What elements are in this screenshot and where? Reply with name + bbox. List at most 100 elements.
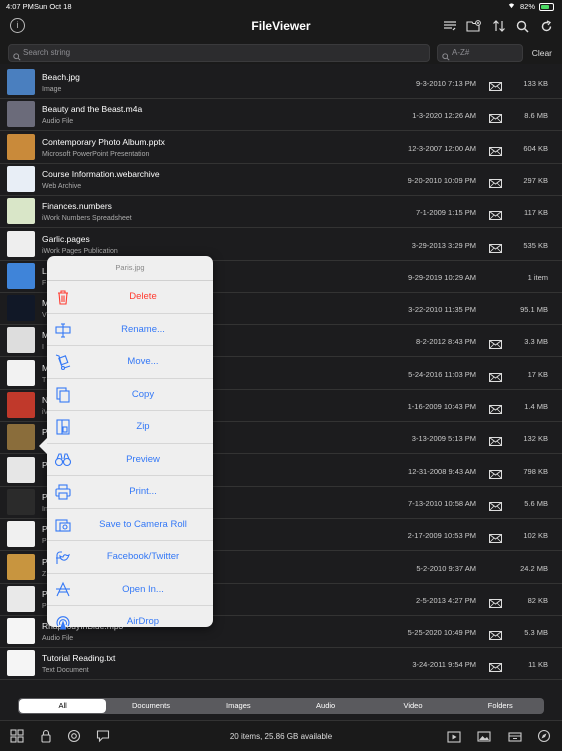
mail-icon[interactable] [489, 143, 502, 156]
open-in-icon [54, 581, 72, 599]
file-thumbnail [7, 262, 35, 289]
mail-icon[interactable] [489, 433, 502, 447]
mail-icon[interactable] [489, 498, 502, 511]
popover-item-copy[interactable]: Copy [47, 379, 213, 411]
file-name: Tutorial Reading.txt [42, 653, 116, 664]
mail-icon[interactable] [489, 207, 502, 221]
file-thumbnail [7, 198, 35, 225]
compass-icon[interactable] [537, 729, 551, 743]
file-thumbnail [7, 650, 35, 677]
sort-icon[interactable] [489, 17, 509, 35]
popover-item-delete[interactable]: Delete [47, 281, 213, 314]
file-size: 82 KB [527, 595, 548, 605]
mail-icon[interactable] [489, 466, 502, 479]
file-thumbnail [7, 618, 35, 645]
popover-item-label: Open In... [122, 583, 164, 595]
mail-icon[interactable] [489, 659, 502, 673]
clear-button[interactable]: Clear [532, 48, 552, 58]
file-row[interactable]: Beauty and the Beast.m4a Audio File 1-3-20… [0, 98, 562, 132]
search-input[interactable]: Search string [8, 44, 430, 62]
file-row[interactable]: Beach.jpg Image 9-3-2010 7:13 PM 133 KB [0, 66, 562, 99]
file-size: 1 item [527, 272, 548, 282]
file-thumbnail [7, 327, 35, 354]
mail-icon[interactable] [489, 369, 502, 382]
social-icon [54, 548, 72, 566]
battery-percent: 82% [519, 2, 535, 11]
az-search-input[interactable]: A-Z# [437, 44, 523, 62]
popover-item-label: AirDrop [126, 616, 160, 627]
mail-icon[interactable] [489, 336, 502, 350]
popover-item-zip[interactable]: Zip [47, 411, 213, 444]
file-row[interactable]: Contemporary Photo Album.pptx Microsoft P… [0, 131, 562, 164]
popover-item-save-to-camera-roll[interactable]: Save to Camera Roll [47, 509, 213, 541]
filter-tab-video[interactable]: Video [369, 698, 456, 714]
popover-item-rename[interactable]: Rename... [47, 314, 213, 346]
file-size: 24.2 MB [520, 563, 548, 573]
popover-item-preview[interactable]: Preview [47, 444, 213, 476]
file-thumbnail [7, 133, 35, 160]
file-row[interactable]: Finances.numbers iWork Numbers Spreadshee… [0, 195, 562, 229]
filter-tab-documents[interactable]: Documents [107, 698, 194, 714]
filter-tab-all[interactable]: All [19, 699, 107, 713]
file-name: Beauty and the Beast.m4a [42, 104, 143, 115]
file-size: 95.1 MB [520, 305, 548, 315]
file-kind: iWork Numbers Spreadsheet [42, 215, 132, 223]
file-thumbnail [7, 359, 35, 386]
file-kind: Text Document [42, 667, 89, 675]
photo-viewer-icon[interactable] [477, 729, 491, 743]
file-size: 117 KB [523, 208, 548, 218]
file-actions-popover: Paris.jpg Delete Rename... Move... Copy Zip P… [39, 256, 213, 630]
file-kind: Web Archive [42, 182, 82, 190]
new-folder-icon[interactable] [464, 17, 484, 35]
camera-roll-icon [54, 516, 72, 534]
mail-icon[interactable] [489, 78, 502, 91]
printer-icon [54, 483, 72, 501]
file-row[interactable]: Course Information.webarchive Web Archive… [0, 163, 562, 196]
mail-icon[interactable] [489, 240, 502, 253]
mail-icon[interactable] [489, 175, 502, 188]
popover-item-label: Facebook/Twitter [106, 551, 180, 562]
filter-tab-images[interactable]: Images [195, 698, 282, 714]
wifi-icon [507, 2, 516, 11]
file-date: 9-29-2019 10:29 AM [408, 272, 476, 282]
file-kind: T [42, 376, 47, 384]
popover-item-airdrop[interactable]: AirDrop [47, 606, 213, 638]
mail-icon[interactable] [489, 627, 502, 641]
filter-segmented-control: All Documents Images Audio Video Folders [18, 698, 544, 714]
archive-icon[interactable] [508, 729, 522, 743]
mail-icon[interactable] [489, 595, 502, 608]
list-icon[interactable] [440, 17, 460, 35]
az-search-icon [442, 48, 450, 66]
popover-item-print[interactable]: Print... [47, 476, 213, 509]
status-bar: 4:07 PM Sun Oct 18 82% [0, 0, 562, 12]
filter-tab-folders[interactable]: Folders [457, 698, 544, 714]
popover-item-label: Print... [129, 486, 157, 497]
mail-icon[interactable] [489, 401, 502, 414]
file-kind: Microsoft PowerPoint Presentation [42, 150, 150, 158]
popover-item-label: Copy [131, 388, 155, 400]
file-date: 8-2-2012 8:43 PM [415, 337, 476, 347]
file-date: 1-3-2020 12:26 AM [412, 111, 476, 121]
popover-item-facebook-twitter[interactable]: Facebook/Twitter [47, 541, 213, 574]
rename-icon [54, 321, 72, 339]
file-row[interactable]: Tutorial Reading.txt Text Document 3-24-20… [0, 647, 562, 681]
media-player-icon[interactable] [447, 729, 461, 743]
refresh-icon[interactable] [536, 17, 556, 35]
file-kind: Audio File [42, 118, 74, 126]
popover-item-move[interactable]: Move... [47, 346, 213, 379]
filter-tab-audio[interactable]: Audio [282, 698, 369, 714]
file-thumbnail [7, 488, 35, 515]
search-bar: Search string A-Z# Clear [0, 42, 562, 64]
mail-icon[interactable] [489, 530, 502, 544]
file-name: Contemporary Photo Album.pptx [42, 136, 165, 147]
file-date: 3-24-2011 9:54 PM [412, 660, 476, 670]
file-thumbnail [7, 521, 35, 548]
popover-item-label: Rename... [121, 323, 165, 335]
popover-item-open-in[interactable]: Open In... [47, 574, 213, 606]
file-thumbnail [7, 101, 35, 128]
file-date: 2-5-2013 4:27 PM [415, 595, 476, 605]
file-size: 604 KB [523, 143, 548, 153]
search-icon[interactable] [512, 17, 532, 35]
file-size: 17 KB [527, 369, 548, 379]
mail-icon[interactable] [489, 110, 502, 124]
